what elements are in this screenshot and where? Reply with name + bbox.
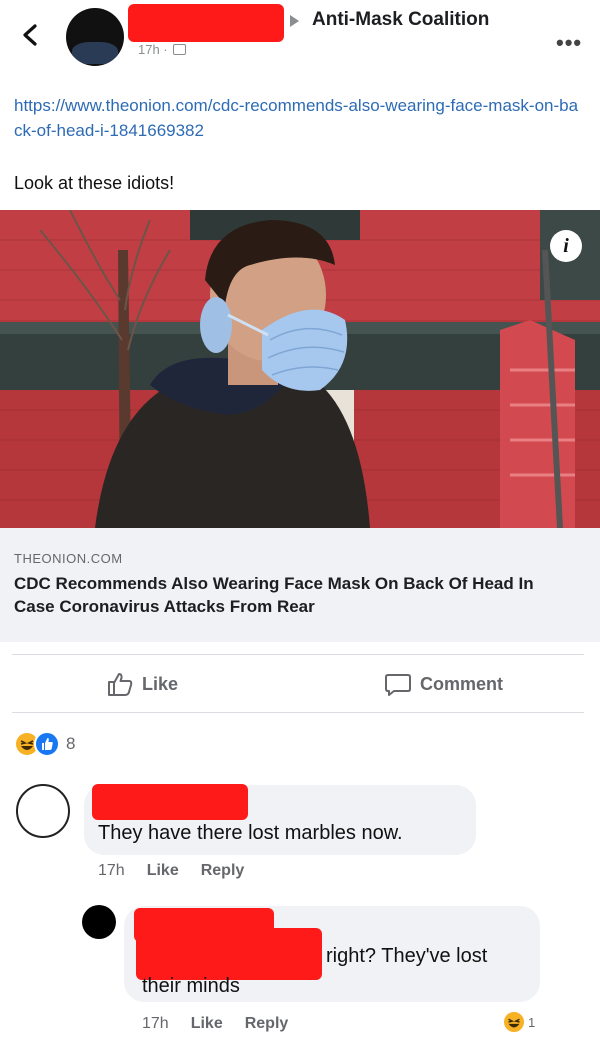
- post-meta: 17h ·: [138, 42, 186, 57]
- comment-button[interactable]: Comment: [384, 671, 503, 697]
- reply-text-line1: right? They've lost: [326, 945, 488, 967]
- comment-label: Comment: [420, 673, 504, 694]
- link-preview-image[interactable]: [0, 210, 600, 528]
- group-privacy-icon: [172, 44, 186, 55]
- reply-reaction-badge[interactable]: 1: [502, 1010, 535, 1034]
- comment-bubble-icon: [385, 674, 411, 696]
- share-arrow-icon: [290, 15, 299, 27]
- link-domain: THEONION.COM: [14, 551, 123, 566]
- comment-time[interactable]: 17h: [98, 862, 125, 880]
- haha-reaction-icon: [502, 1010, 526, 1034]
- back-chevron-icon[interactable]: [18, 22, 44, 48]
- reply-meta: 17h Like Reply: [142, 1015, 288, 1033]
- reply-time[interactable]: 17h: [142, 1015, 169, 1033]
- thumbs-up-icon: [108, 673, 133, 696]
- commenter-avatar[interactable]: [16, 784, 70, 838]
- poster-avatar[interactable]: [66, 8, 124, 66]
- post-link[interactable]: https://www.theonion.com/cdc-recommends-…: [14, 93, 584, 143]
- redacted-commenter-name: [92, 784, 248, 820]
- post-text: Look at these idiots!: [14, 173, 175, 193]
- redacted-poster-name: [128, 4, 284, 42]
- group-name-link[interactable]: Anti-Mask Coalition: [312, 9, 489, 31]
- comment-reply-link[interactable]: Reply: [201, 862, 245, 880]
- reaction-count: 8: [66, 734, 76, 753]
- divider: [12, 712, 584, 713]
- divider: [12, 654, 584, 655]
- reply-reaction-count: 1: [528, 1014, 536, 1030]
- reply-reply-link[interactable]: Reply: [245, 1015, 289, 1033]
- like-reaction-icon: [34, 731, 60, 757]
- like-button[interactable]: Like: [106, 671, 178, 697]
- reply-text-line2: their minds: [142, 975, 240, 997]
- more-options-icon[interactable]: •••: [556, 30, 582, 56]
- reaction-summary[interactable]: 8: [14, 731, 75, 757]
- info-icon[interactable]: i: [550, 230, 582, 262]
- man-in-face-mask-photo: [0, 210, 600, 528]
- comment-like-link[interactable]: Like: [147, 862, 179, 880]
- comment-text: They have there lost marbles now.: [98, 822, 403, 844]
- like-label: Like: [142, 673, 179, 694]
- post-time[interactable]: 17h ·: [138, 42, 168, 57]
- comment-meta: 17h Like Reply: [98, 862, 244, 880]
- link-title[interactable]: CDC Recommends Also Wearing Face Mask On…: [14, 572, 574, 618]
- redacted-reply-text: [136, 928, 322, 980]
- reply-like-link[interactable]: Like: [191, 1015, 223, 1033]
- reply-commenter-avatar[interactable]: [82, 905, 116, 939]
